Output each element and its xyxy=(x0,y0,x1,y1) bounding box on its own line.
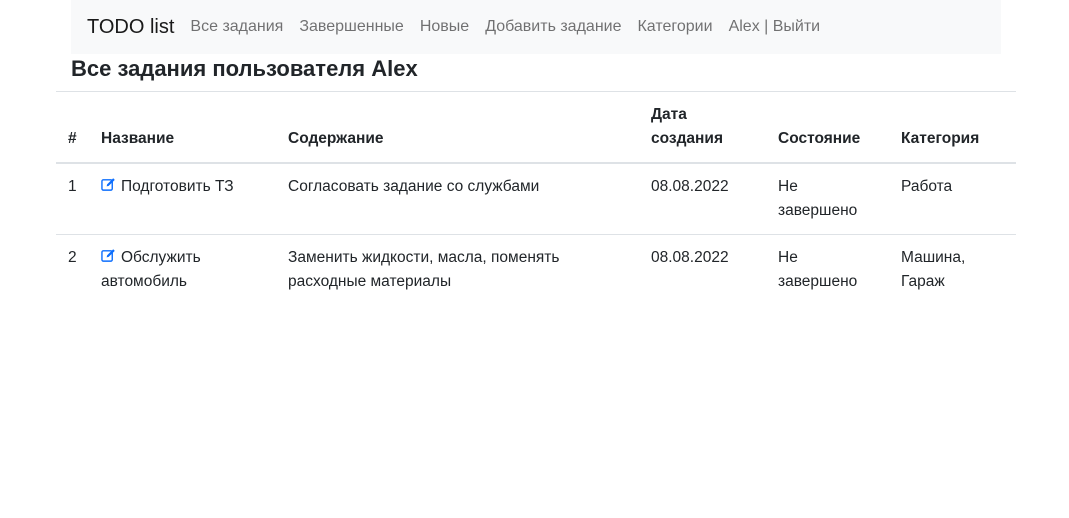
cell-status: Не завершено xyxy=(778,178,858,219)
column-header-number: # xyxy=(56,91,89,164)
tasks-table: # Название Содержание Дата создания Сост… xyxy=(56,91,1016,305)
navbar-brand[interactable]: TODO list xyxy=(87,16,174,39)
column-header-name: Название xyxy=(89,91,276,164)
nav-link-completed[interactable]: Завершенные xyxy=(299,18,403,36)
column-header-category: Категория xyxy=(889,91,1016,164)
edit-icon[interactable] xyxy=(101,248,116,263)
cell-category: Машина, Гараж xyxy=(889,234,1016,305)
edit-icon[interactable] xyxy=(101,177,116,192)
nav-link-user-logout[interactable]: Alex | Выйти xyxy=(729,18,821,36)
cell-name: Обслужить автомобиль xyxy=(89,234,276,305)
task-link[interactable]: Подготовить ТЗ xyxy=(101,178,234,195)
column-header-created: Дата создания xyxy=(639,91,766,164)
cell-created: 08.08.2022 xyxy=(639,234,766,305)
task-name: Подготовить ТЗ xyxy=(121,178,234,195)
column-header-status: Состояние xyxy=(766,91,889,164)
task-link[interactable]: Обслужить автомобиль xyxy=(101,249,201,290)
cell-category: Работа xyxy=(901,178,953,195)
table-row: 2 Обслужить автомобиль Заменить жидкости… xyxy=(56,234,1016,305)
navbar: TODO list Все задания Завершенные Новые … xyxy=(71,0,1001,54)
nav-link-new[interactable]: Новые xyxy=(420,18,469,36)
nav-link-all-tasks[interactable]: Все задания xyxy=(190,18,283,36)
cell-created: 08.08.2022 xyxy=(651,178,729,195)
table-row: 1 Подготовить ТЗ Согласовать задание со … xyxy=(56,163,1016,235)
cell-content: Согласовать задание со службами xyxy=(288,178,540,195)
cell-number: 2 xyxy=(56,234,89,305)
page-title: Все задания пользователя Alex xyxy=(71,56,418,81)
column-header-content: Содержание xyxy=(276,91,639,164)
cell-status: Не завершено xyxy=(766,234,889,305)
cell-number: 1 xyxy=(68,178,77,195)
cell-name: Подготовить ТЗ xyxy=(89,163,276,235)
nav-link-add-task[interactable]: Добавить задание xyxy=(485,18,621,36)
cell-content: Заменить жидкости, масла, поменять расхо… xyxy=(276,234,639,305)
table-header-row: # Название Содержание Дата создания Сост… xyxy=(56,91,1016,164)
nav-link-categories[interactable]: Категории xyxy=(637,18,712,36)
